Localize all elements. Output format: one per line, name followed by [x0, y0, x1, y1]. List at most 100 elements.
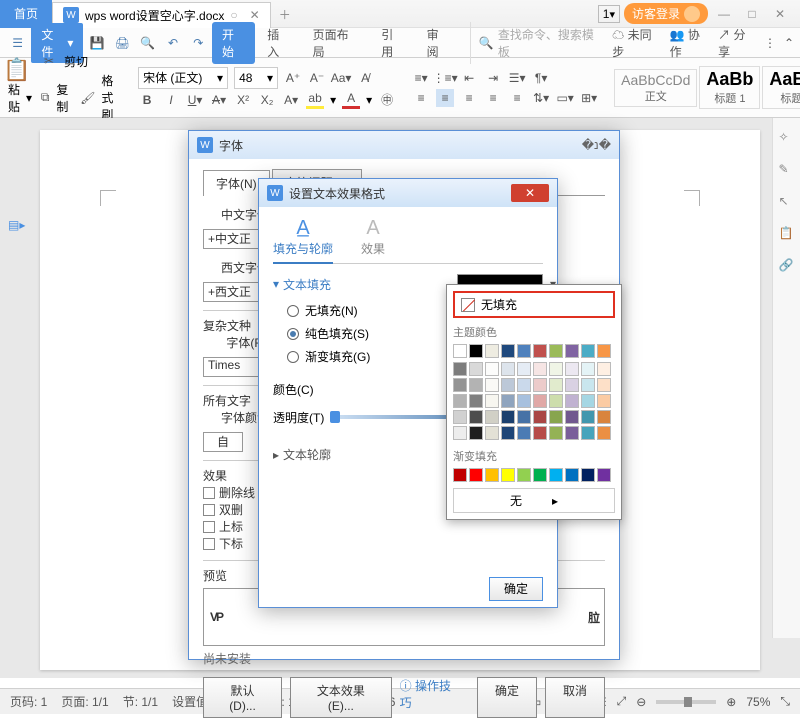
- color-swatch[interactable]: [517, 362, 531, 376]
- color-swatch[interactable]: [533, 344, 547, 358]
- align-left-icon[interactable]: ≡: [412, 89, 430, 107]
- paste-icon[interactable]: 📋: [8, 61, 26, 79]
- none-option[interactable]: 无▸: [453, 488, 615, 513]
- text-effect-title[interactable]: W 设置文本效果格式 ✕: [259, 179, 557, 207]
- sparkle-icon[interactable]: ✧: [779, 130, 795, 146]
- command-search[interactable]: 🔍 查找命令、搜索模板: [470, 22, 610, 64]
- color-swatch[interactable]: [549, 362, 563, 376]
- color-swatch[interactable]: [453, 394, 467, 408]
- share-button[interactable]: ↗ 分享: [718, 26, 756, 60]
- color-swatch[interactable]: [517, 426, 531, 440]
- color-swatch[interactable]: [501, 344, 515, 358]
- color-swatch[interactable]: [565, 468, 579, 482]
- login-button[interactable]: 访客登录: [624, 3, 708, 24]
- color-swatch[interactable]: [453, 468, 467, 482]
- color-swatch[interactable]: [565, 426, 579, 440]
- color-swatch[interactable]: [501, 378, 515, 392]
- color-swatch[interactable]: [581, 362, 595, 376]
- color-swatch[interactable]: [485, 344, 499, 358]
- color-swatch[interactable]: [501, 362, 515, 376]
- ribbon-tab-ref[interactable]: 引用: [371, 22, 414, 64]
- color-swatch[interactable]: [501, 394, 515, 408]
- color-swatch[interactable]: [517, 378, 531, 392]
- italic-icon[interactable]: I: [162, 91, 180, 109]
- color-swatch[interactable]: [469, 468, 483, 482]
- color-swatch[interactable]: [453, 362, 467, 376]
- grow-font-icon[interactable]: A⁺: [284, 69, 302, 87]
- color-swatch[interactable]: [549, 344, 563, 358]
- para-mark-icon[interactable]: ¶▾: [532, 69, 550, 87]
- color-swatch[interactable]: [501, 426, 515, 440]
- tips-link[interactable]: ⓘ 操作技巧: [400, 677, 461, 718]
- color-swatch[interactable]: [453, 378, 467, 392]
- color-swatch[interactable]: [597, 394, 611, 408]
- zoom-level[interactable]: 75%: [746, 695, 770, 709]
- color-swatch[interactable]: [565, 344, 579, 358]
- print-icon[interactable]: 🖨: [111, 31, 134, 55]
- highlight-icon[interactable]: ab: [306, 91, 324, 109]
- color-swatch[interactable]: [581, 410, 595, 424]
- west-font-input[interactable]: +西文正: [203, 282, 259, 302]
- maximize-icon[interactable]: □: [740, 4, 764, 24]
- status-page-code[interactable]: 页码: 1: [10, 693, 47, 710]
- color-swatch[interactable]: [469, 410, 483, 424]
- color-swatch[interactable]: [469, 344, 483, 358]
- superscript-icon[interactable]: X²: [234, 91, 252, 109]
- align-justify-icon[interactable]: ≡: [484, 89, 502, 107]
- ribbon-tab-review[interactable]: 审阅: [417, 22, 460, 64]
- font-size-select[interactable]: 48▾: [234, 67, 278, 89]
- indent-inc-icon[interactable]: ⇥: [484, 69, 502, 87]
- expand-icon[interactable]: ⤡: [780, 694, 790, 709]
- cn-font-input[interactable]: +中文正: [203, 229, 259, 249]
- collab-button[interactable]: 👥 协作: [670, 26, 711, 60]
- clipboard-icon[interactable]: 📋: [779, 226, 795, 242]
- color-swatch[interactable]: [581, 468, 595, 482]
- subscript-icon[interactable]: X₂: [258, 91, 276, 109]
- outline-pane-icon[interactable]: ▤▸: [8, 218, 25, 232]
- color-swatch[interactable]: [565, 378, 579, 392]
- font-color-select[interactable]: 自: [203, 432, 243, 452]
- color-swatch[interactable]: [581, 344, 595, 358]
- align-dist-icon[interactable]: ≡: [508, 89, 526, 107]
- color-swatch[interactable]: [485, 394, 499, 408]
- zoom-slider[interactable]: [656, 700, 716, 704]
- text-effect-icon[interactable]: A▾: [282, 91, 300, 109]
- status-pages[interactable]: 页面: 1/1: [61, 693, 108, 710]
- shrink-font-icon[interactable]: A⁻: [308, 69, 326, 87]
- minimize-icon[interactable]: —: [712, 4, 736, 24]
- app-menu-icon[interactable]: ☰: [6, 31, 29, 55]
- ribbon-tab-insert[interactable]: 插入: [257, 22, 300, 64]
- more-icon[interactable]: ⋮: [764, 36, 776, 50]
- close-icon[interactable]: ✕: [768, 4, 792, 24]
- color-swatch[interactable]: [533, 468, 547, 482]
- color-swatch[interactable]: [533, 394, 547, 408]
- style-normal[interactable]: AaBbCcDd正文: [614, 69, 697, 107]
- undo-icon[interactable]: ↶: [161, 31, 184, 55]
- notification-badge[interactable]: 1▾: [598, 5, 620, 23]
- color-swatch[interactable]: [469, 362, 483, 376]
- color-swatch[interactable]: [453, 410, 467, 424]
- style-h2[interactable]: AaBb(标题 2: [762, 66, 800, 109]
- shading-icon[interactable]: ▭▾: [556, 89, 574, 107]
- color-swatch[interactable]: [581, 394, 595, 408]
- text-effect-button[interactable]: 文本效果(E)...: [290, 677, 392, 718]
- borders-icon[interactable]: ⊞▾: [580, 89, 598, 107]
- color-swatch[interactable]: [549, 394, 563, 408]
- color-swatch[interactable]: [453, 426, 467, 440]
- tab-effects[interactable]: A效果: [361, 217, 385, 257]
- color-swatch[interactable]: [485, 410, 499, 424]
- color-swatch[interactable]: [565, 362, 579, 376]
- color-swatch[interactable]: [485, 362, 499, 376]
- color-swatch[interactable]: [597, 344, 611, 358]
- ribbon-tab-start[interactable]: 开始: [212, 22, 255, 64]
- color-swatch[interactable]: [501, 410, 515, 424]
- color-swatch[interactable]: [533, 426, 547, 440]
- complex-font-input[interactable]: Times: [203, 357, 259, 377]
- color-swatch[interactable]: [597, 410, 611, 424]
- color-swatch[interactable]: [533, 410, 547, 424]
- color-swatch[interactable]: [469, 426, 483, 440]
- no-fill-option[interactable]: 无填充: [453, 291, 615, 318]
- color-swatch[interactable]: [517, 410, 531, 424]
- cancel-button[interactable]: 取消: [545, 677, 605, 718]
- ok-button[interactable]: 确定: [477, 677, 537, 718]
